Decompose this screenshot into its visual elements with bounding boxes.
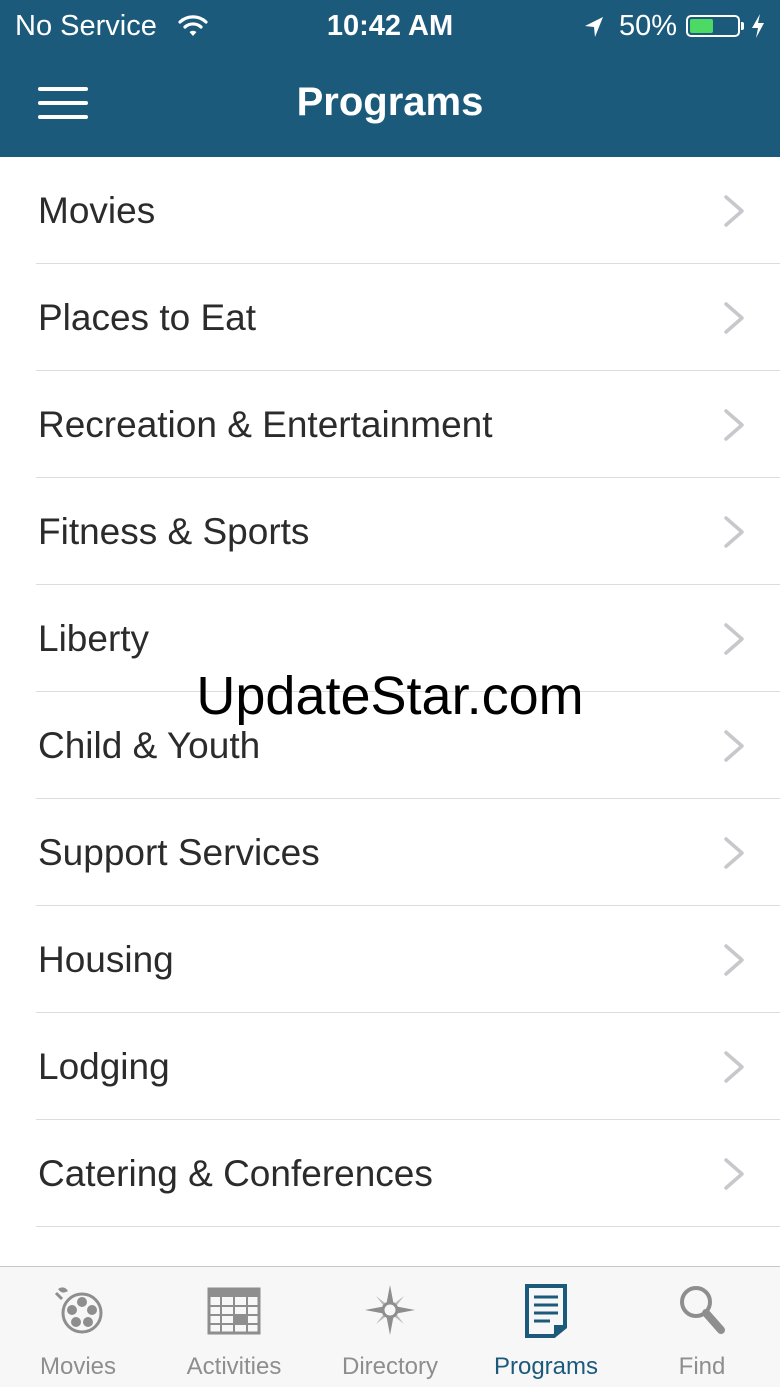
tab-directory[interactable]: Directory [312, 1267, 468, 1388]
calendar-icon [207, 1283, 261, 1340]
row-divider [36, 1226, 780, 1227]
tab-directory-label: Directory [341, 1353, 438, 1380]
magnifier-icon [677, 1283, 727, 1340]
battery-level [690, 19, 713, 33]
charging-bolt-icon [750, 13, 766, 47]
chevron-right-icon [722, 622, 746, 661]
tab-activities-label: Activities [186, 1353, 282, 1380]
chevron-right-icon [722, 1050, 746, 1089]
program-row[interactable]: Support Services [0, 799, 780, 906]
program-row[interactable]: Movies [0, 157, 780, 264]
program-row[interactable]: Catering & Conferences [0, 1120, 780, 1227]
program-row-label: Recreation & Entertainment [38, 404, 493, 445]
program-row-label: Catering & Conferences [38, 1153, 433, 1194]
program-row-label: Places to Eat [38, 297, 257, 338]
watermark-text: UpdateStar.com [196, 666, 584, 726]
tab-programs-label: Programs [493, 1353, 599, 1380]
battery-percent: 50% [619, 10, 678, 42]
program-row[interactable]: Places to Eat [0, 264, 780, 371]
tab-find-label: Find [678, 1353, 726, 1380]
chevron-right-icon [722, 836, 746, 875]
film-reel-icon [48, 1283, 108, 1342]
program-row-label: Housing [38, 939, 174, 980]
location-arrow-icon [583, 14, 605, 47]
chevron-right-icon [722, 729, 746, 768]
program-row[interactable]: Fitness & Sports [0, 478, 780, 585]
tab-programs[interactable]: Programs [468, 1267, 624, 1388]
app-header: No Service 10:42 AM 50% Programs [0, 0, 780, 157]
chevron-right-icon [722, 301, 746, 340]
program-row-label: Lodging [38, 1046, 170, 1087]
program-row[interactable]: Lodging [0, 1013, 780, 1120]
program-row-label: Fitness & Sports [38, 511, 310, 552]
tab-activities[interactable]: Activities [156, 1267, 312, 1388]
compass-icon [363, 1283, 417, 1342]
program-row-label: Support Services [38, 832, 320, 873]
battery-icon [686, 15, 744, 37]
chevron-right-icon [722, 515, 746, 554]
chevron-right-icon [722, 943, 746, 982]
chevron-right-icon [722, 194, 746, 233]
status-bar: No Service 10:42 AM 50% [0, 0, 780, 54]
chevron-right-icon [722, 1157, 746, 1196]
program-row[interactable]: Recreation & Entertainment [0, 371, 780, 478]
tab-bar: Movies Activities Directory Programs Fin… [0, 1266, 780, 1387]
tab-movies-label: Movies [39, 1353, 117, 1380]
page-title: Programs [296, 80, 484, 124]
program-row-label: Movies [38, 190, 156, 231]
tab-movies[interactable]: Movies [0, 1267, 156, 1388]
battery-nub [741, 22, 744, 30]
program-row[interactable]: Housing [0, 906, 780, 1013]
chevron-right-icon [722, 408, 746, 447]
document-icon [524, 1283, 568, 1344]
tab-find[interactable]: Find [624, 1267, 780, 1388]
